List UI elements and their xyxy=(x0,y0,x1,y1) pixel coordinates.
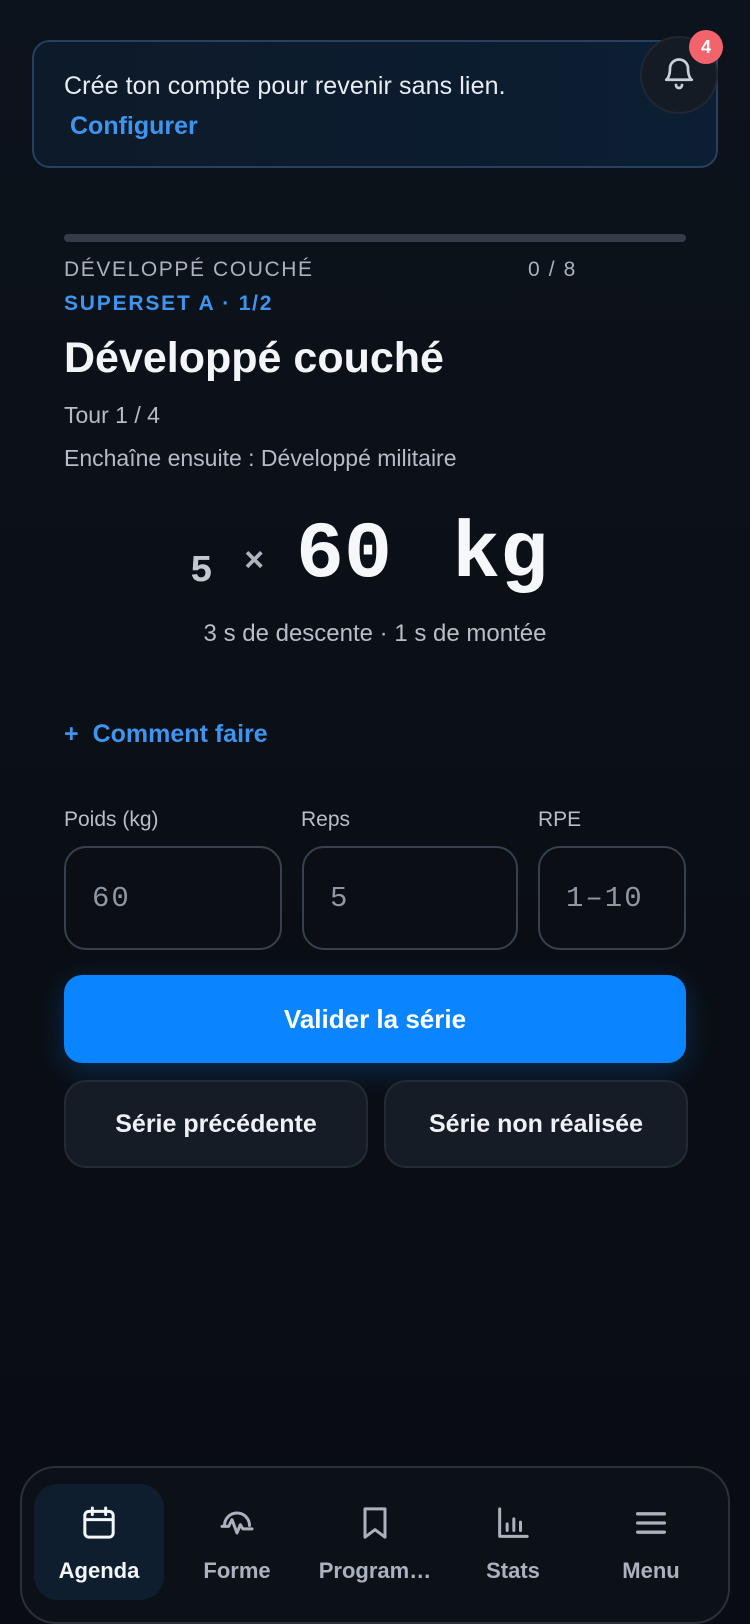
nav-label: Program… xyxy=(318,1558,432,1583)
validate-set-button[interactable]: Valider la série xyxy=(64,975,686,1063)
account-banner: Crée ton compte pour revenir sans lien. … xyxy=(32,40,718,168)
configure-link[interactable]: Configurer xyxy=(70,112,198,141)
bell-icon xyxy=(661,55,697,96)
nav-label: Menu xyxy=(622,1558,680,1583)
menu-icon xyxy=(631,1502,671,1544)
previous-set-button[interactable]: Série précédente xyxy=(64,1080,368,1168)
calendar-icon xyxy=(79,1502,119,1544)
next-exercise-hint: Enchaîne ensuite : Développé militaire xyxy=(64,445,457,471)
workout-progress-bar xyxy=(64,234,686,242)
rpe-input[interactable] xyxy=(538,846,686,950)
nav-label: Forme xyxy=(203,1558,271,1583)
heart-pulse-icon xyxy=(217,1502,257,1544)
nav-label: Agenda xyxy=(58,1558,140,1583)
times-sign: × xyxy=(244,544,265,582)
reps-input[interactable] xyxy=(302,846,518,950)
nav-item-menu[interactable]: Menu xyxy=(586,1484,716,1600)
prescribed-weight: 60 xyxy=(296,510,393,601)
progress-count: 0 / 8 xyxy=(528,258,577,281)
plus-icon: + xyxy=(64,720,79,748)
prescribed-reps: 5 xyxy=(190,550,213,593)
nav-item-stats[interactable]: Stats xyxy=(448,1484,578,1600)
nav-label: Stats xyxy=(486,1558,540,1583)
nav-item-agenda[interactable]: Agenda xyxy=(34,1484,164,1600)
banner-text: Crée ton compte pour revenir sans lien. xyxy=(64,72,506,100)
exercise-title: Développé couché xyxy=(64,334,444,382)
set-prescription: 5 × 60 kg xyxy=(0,510,750,601)
skip-set-button[interactable]: Série non réalisée xyxy=(384,1080,688,1168)
how-to-label: Comment faire xyxy=(92,720,268,748)
weight-unit: kg xyxy=(452,510,549,601)
reps-label: Reps xyxy=(301,808,351,831)
bookmark-icon xyxy=(355,1502,395,1544)
weight-input[interactable] xyxy=(64,846,282,950)
weight-label: Poids (kg) xyxy=(64,808,159,831)
bottom-nav: Agenda Forme Program… Stats Menu xyxy=(20,1466,730,1624)
superset-label: SUPERSET A · 1/2 xyxy=(64,292,274,315)
tempo-instructions: 3 s de descente · 1 s de montée xyxy=(203,620,547,647)
nav-item-programmes[interactable]: Program… xyxy=(310,1484,440,1600)
exercise-caption: DÉVELOPPÉ COUCHÉ xyxy=(64,258,314,281)
nav-item-forme[interactable]: Forme xyxy=(172,1484,302,1600)
how-to-toggle[interactable]: + Comment faire xyxy=(64,720,268,749)
bar-chart-icon xyxy=(493,1502,533,1544)
rpe-label: RPE xyxy=(538,808,582,831)
round-counter: Tour 1 / 4 xyxy=(64,402,160,428)
notification-count-badge: 4 xyxy=(689,30,723,64)
